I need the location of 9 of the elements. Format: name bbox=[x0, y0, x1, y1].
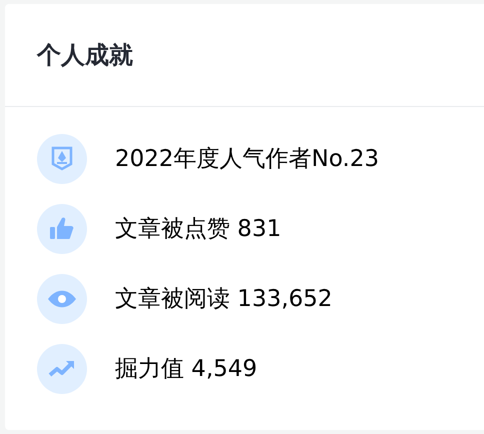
badge-icon bbox=[37, 134, 87, 184]
card-title: 个人成就 bbox=[37, 40, 133, 71]
achievement-text: 掘力值 4,549 bbox=[115, 354, 258, 384]
achievement-text: 文章被点赞 831 bbox=[115, 214, 282, 244]
eye-icon bbox=[37, 274, 87, 324]
trend-up-icon bbox=[37, 344, 87, 394]
achievement-text: 2022年度人气作者No.23 bbox=[115, 144, 379, 174]
thumbs-up-icon bbox=[37, 204, 87, 254]
achievement-text: 文章被阅读 133,652 bbox=[115, 284, 332, 314]
